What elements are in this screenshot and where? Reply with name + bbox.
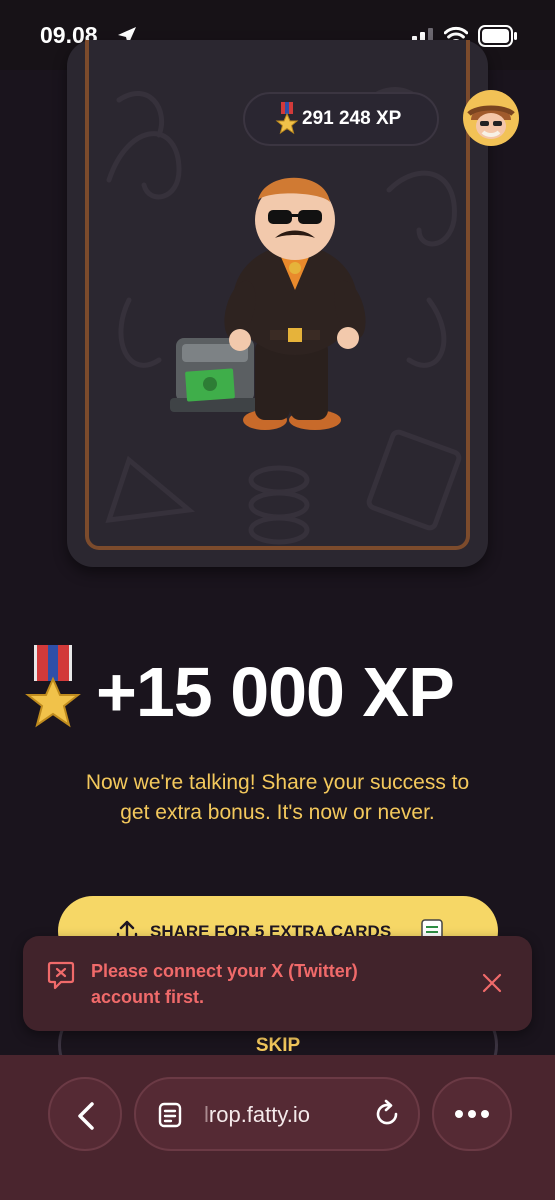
reload-icon[interactable] xyxy=(372,1099,402,1129)
url-text[interactable]: lrop.fatty.io xyxy=(204,1102,310,1128)
medal-icon xyxy=(25,645,81,728)
more-icon xyxy=(455,1110,489,1118)
reward-message: Now we're talking! Share your success to… xyxy=(40,768,515,828)
medal-icon xyxy=(275,102,299,135)
error-toast: Please connect your X (Twitter) account … xyxy=(23,936,532,1031)
tabs-icon[interactable] xyxy=(158,1102,186,1128)
toast-message-line-2: account first. xyxy=(91,987,205,1007)
toast-message-line-1: Please connect your X (Twitter) xyxy=(91,961,358,981)
close-icon[interactable] xyxy=(479,970,505,996)
reward-amount: +15 000 XP xyxy=(96,653,455,731)
xp-balance-value: 291 248 XP xyxy=(302,108,402,129)
back-button[interactable] xyxy=(48,1077,122,1151)
more-button[interactable] xyxy=(432,1077,512,1151)
reward-message-line-1: Now we're talking! Share your success to xyxy=(85,771,470,794)
skip-button-label: SKIP xyxy=(255,1035,301,1056)
xp-balance-pill: 291 248 XP xyxy=(243,92,439,146)
address-bar[interactable]: lrop.fatty.io xyxy=(134,1077,420,1151)
battery-icon xyxy=(478,25,517,47)
reward-message-line-2: get extra bonus. It's now or never. xyxy=(120,801,435,824)
error-icon xyxy=(47,961,75,990)
money-printer-icon xyxy=(170,338,260,412)
url-domain: rop.fatty.io xyxy=(208,1102,310,1127)
back-icon xyxy=(78,1102,94,1130)
avatar[interactable] xyxy=(463,90,519,146)
avatar-face-icon xyxy=(467,105,515,139)
character-illustration xyxy=(170,177,366,430)
toast-message: Please connect your X (Twitter) account … xyxy=(91,958,451,1010)
